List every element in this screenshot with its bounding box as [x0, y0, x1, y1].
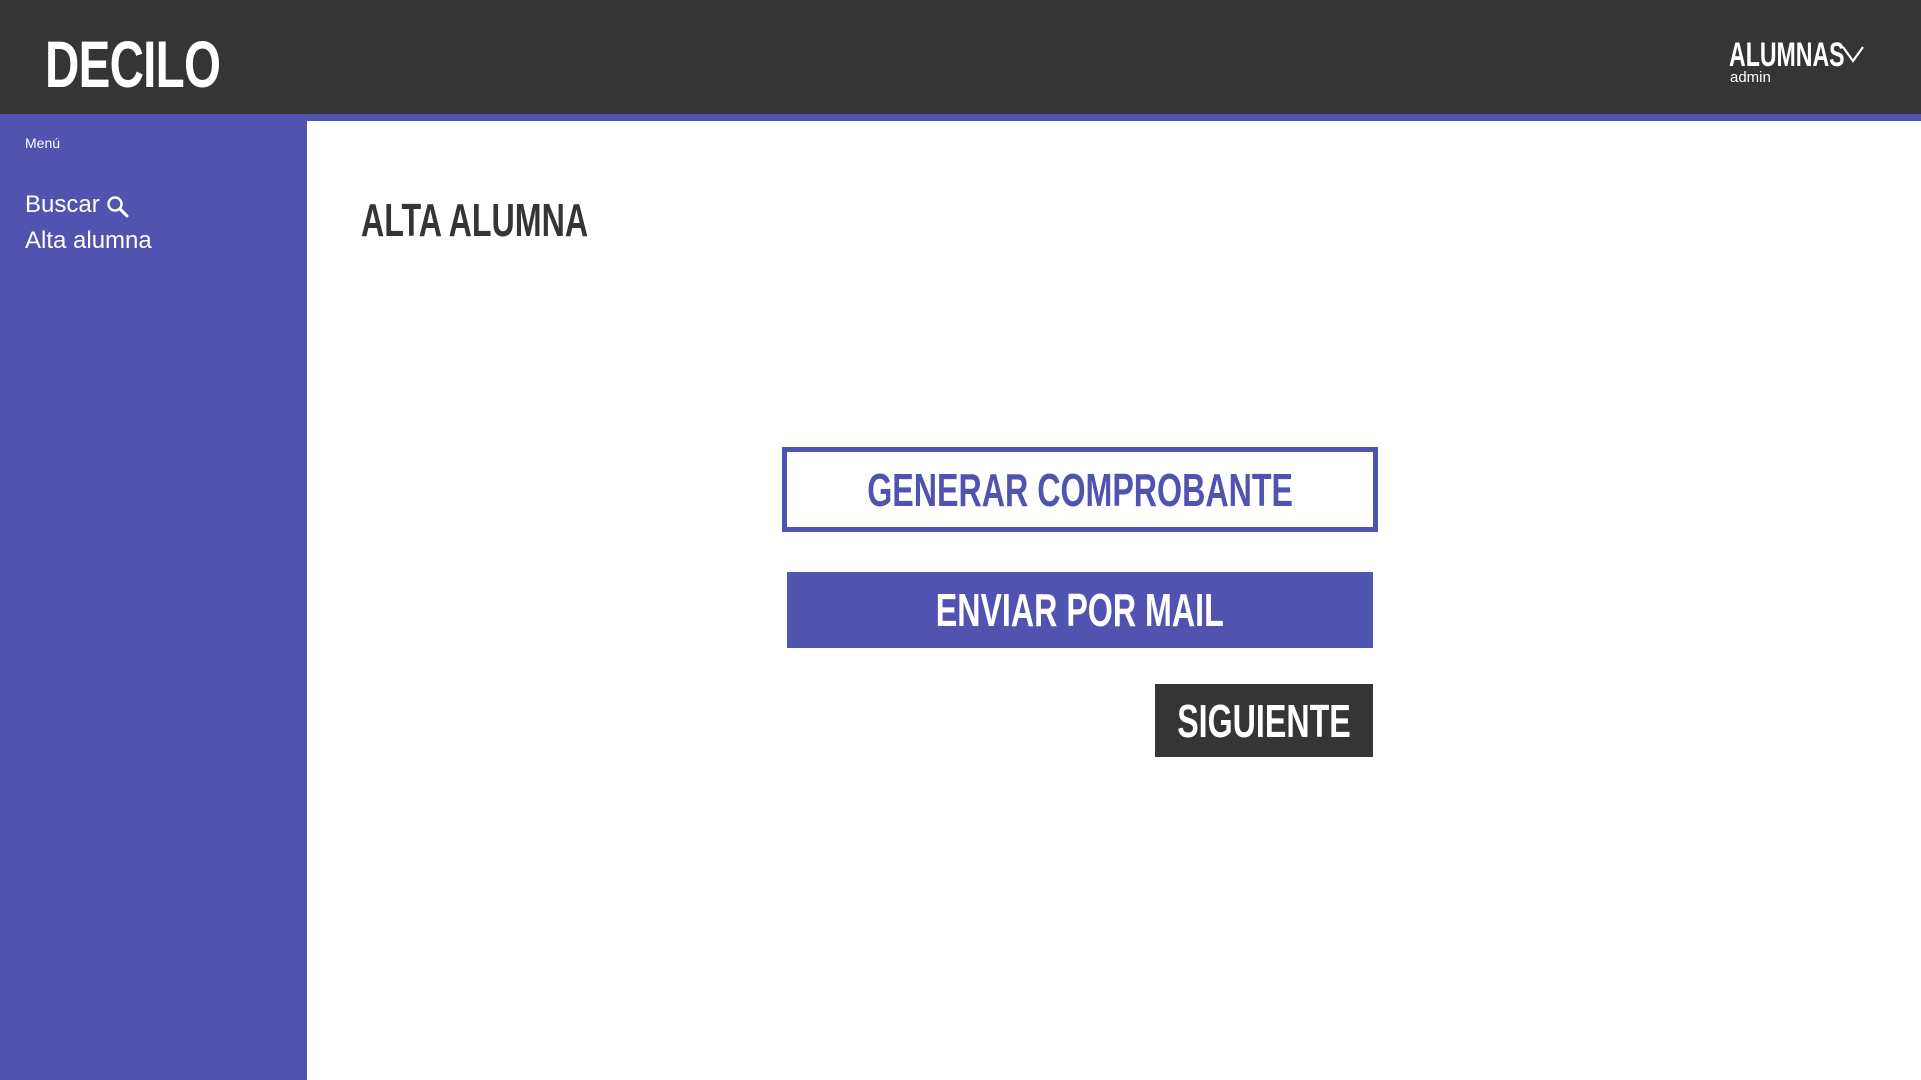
- user-name: admin: [1730, 69, 1771, 86]
- sidebar-item-buscar[interactable]: Buscar: [25, 190, 130, 220]
- send-mail-label: ENVIAR POR MAIL: [935, 584, 1225, 636]
- generate-receipt-label: GENERAR COMPROBANTE: [867, 463, 1293, 516]
- menu-heading: Menú: [25, 135, 61, 151]
- search-icon: [107, 195, 129, 217]
- sidebar-item-alta-alumna[interactable]: Alta alumna: [25, 226, 152, 256]
- next-label: SIGUIENTE: [1177, 694, 1351, 747]
- generate-receipt-button[interactable]: GENERAR COMPROBANTE: [782, 447, 1378, 532]
- send-mail-button[interactable]: ENVIAR POR MAIL: [787, 572, 1373, 648]
- accent-divider: [307, 114, 1921, 121]
- sidebar-item-label: Alta alumna: [25, 227, 152, 254]
- sidebar: Menú Buscar Alta alumna: [0, 114, 307, 1080]
- app-logo[interactable]: DECILO: [45, 26, 221, 102]
- sidebar-item-label: Buscar: [25, 191, 100, 218]
- next-button[interactable]: SIGUIENTE: [1155, 684, 1373, 757]
- section-dropdown[interactable]: ALUMNAS admin: [1729, 36, 1869, 90]
- chevron-down-icon: [1842, 46, 1864, 63]
- page-title: ALTA ALUMNA: [361, 194, 589, 246]
- top-bar: DECILO ALUMNAS admin: [0, 0, 1921, 114]
